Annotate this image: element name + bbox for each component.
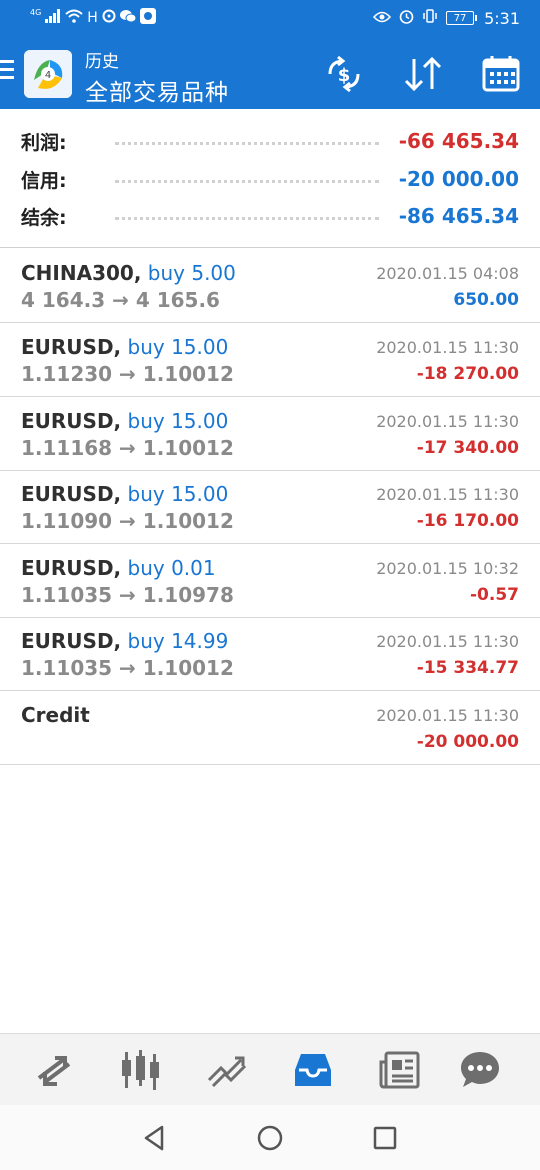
- trade-symbol: EURUSD,: [21, 556, 122, 580]
- alarm-icon: [399, 9, 414, 28]
- svg-text:4: 4: [45, 70, 51, 81]
- summary-row-balance: 结余: -86 465.34: [21, 201, 519, 231]
- trade-symbol: CHINA300,: [21, 261, 142, 285]
- trade-row[interactable]: EURUSD, buy 0.01 1.11035 → 1.10978 2020.…: [0, 544, 540, 618]
- system-navigation-bar: [0, 1105, 540, 1170]
- home-icon[interactable]: [256, 1124, 284, 1152]
- bottom-navigation: [0, 1033, 540, 1105]
- battery-level: 77: [453, 12, 467, 24]
- trade-prices: 1.11090 → 1.10012: [21, 509, 234, 533]
- trade-side-volume: buy 0.01: [127, 556, 216, 580]
- screen-title: 历史: [85, 52, 119, 72]
- metatrader-logo-icon[interactable]: 4: [24, 50, 72, 98]
- summary-label: 信用:: [21, 169, 67, 192]
- vibrate-icon: [422, 9, 438, 27]
- wechat-icon: [119, 9, 137, 27]
- trade-prices: 4 164.3 → 4 165.6: [21, 288, 220, 312]
- summary-label: 利润:: [21, 131, 67, 154]
- dotted-leader: [115, 179, 379, 183]
- trade-symbol: EURUSD,: [21, 482, 122, 506]
- credit-row[interactable]: Credit 2020.01.15 11:30 -20 000.00: [0, 691, 540, 765]
- trade-symbol: EURUSD,: [21, 335, 122, 359]
- trade-icon[interactable]: [205, 1048, 249, 1092]
- trade-profit: -15 334.77: [416, 658, 519, 678]
- dotted-leader: [115, 141, 379, 145]
- trade-row[interactable]: CHINA300, buy 5.00 4 164.3 → 4 165.6 202…: [0, 249, 540, 323]
- news-icon[interactable]: [377, 1048, 421, 1092]
- network-type: 4G: [30, 7, 42, 17]
- summary-row-profit: 利润: -66 465.34: [21, 126, 519, 156]
- summary-value: -20 000.00: [398, 167, 519, 191]
- account-summary: 利润: -66 465.34 信用: -20 000.00 结余: -86 46…: [0, 109, 540, 248]
- history-icon[interactable]: [291, 1048, 335, 1092]
- symbol-filter[interactable]: 全部交易品种: [85, 73, 229, 107]
- trade-side-volume: buy 5.00: [147, 261, 236, 285]
- recents-icon[interactable]: [371, 1124, 399, 1152]
- app-header: 4G H 77 5:31 4 历史 全部交易品种 $: [0, 0, 540, 109]
- trade-row[interactable]: EURUSD, buy 14.99 1.11035 → 1.10012 2020…: [0, 617, 540, 691]
- trade-row[interactable]: EURUSD, buy 15.00 1.11168 → 1.10012 2020…: [0, 397, 540, 471]
- summary-value: -66 465.34: [398, 129, 519, 153]
- status-bar: 4G H 77 5:31: [0, 0, 540, 38]
- app-bar: 4 历史 全部交易品种 $: [0, 40, 540, 109]
- wifi-icon: [65, 9, 83, 27]
- summary-value: -86 465.34: [398, 204, 519, 228]
- trade-side-volume: buy 15.00: [127, 335, 229, 359]
- chart-icon[interactable]: [119, 1048, 163, 1092]
- trade-symbol: Credit: [21, 703, 90, 727]
- trade-profit: -18 270.00: [416, 364, 519, 384]
- trade-side-volume: buy 14.99: [127, 629, 229, 653]
- trade-prices: 1.11035 → 1.10978: [21, 583, 234, 607]
- back-icon[interactable]: [140, 1124, 168, 1152]
- trade-profit: -0.57: [470, 585, 519, 605]
- trade-time: 2020.01.15 10:32: [376, 559, 519, 578]
- trade-prices: 1.11035 → 1.10012: [21, 656, 234, 680]
- trade-time: 2020.01.15 11:30: [376, 632, 519, 651]
- trade-time: 2020.01.15 11:30: [376, 412, 519, 431]
- signal-icon: [45, 9, 61, 27]
- trade-time: 2020.01.15 11:30: [376, 706, 519, 725]
- quotes-icon[interactable]: [33, 1048, 77, 1092]
- trade-side-volume: buy 15.00: [127, 482, 229, 506]
- dotted-leader: [115, 216, 379, 220]
- summary-row-credit: 信用: -20 000.00: [21, 164, 519, 194]
- sort-icon[interactable]: [401, 54, 445, 94]
- svg-text:$: $: [338, 65, 351, 86]
- trade-profit: -16 170.00: [416, 511, 519, 531]
- currency-exchange-icon[interactable]: $: [322, 54, 366, 94]
- menu-icon[interactable]: [0, 60, 14, 80]
- trade-prices: 1.11230 → 1.10012: [21, 362, 234, 386]
- chat-icon[interactable]: [458, 1048, 502, 1092]
- trade-symbol: EURUSD,: [21, 629, 122, 653]
- app-notification-icon: [139, 8, 156, 28]
- hd-icon: H: [87, 10, 98, 26]
- summary-label: 结余:: [21, 206, 67, 229]
- trade-profit: -20 000.00: [416, 732, 519, 752]
- calendar-icon[interactable]: [480, 54, 524, 94]
- trade-symbol: EURUSD,: [21, 409, 122, 433]
- trade-prices: 1.11168 → 1.10012: [21, 436, 234, 460]
- trade-time: 2020.01.15 11:30: [376, 338, 519, 357]
- eye-icon: [372, 9, 392, 27]
- trade-time: 2020.01.15 11:30: [376, 485, 519, 504]
- trade-profit: -17 340.00: [416, 438, 519, 458]
- battery-icon: 77: [446, 11, 478, 25]
- trade-profit: 650.00: [453, 290, 519, 310]
- trade-row[interactable]: EURUSD, buy 15.00 1.11230 → 1.10012 2020…: [0, 323, 540, 397]
- sync-icon: [102, 9, 116, 27]
- trade-row[interactable]: EURUSD, buy 15.00 1.11090 → 1.10012 2020…: [0, 470, 540, 544]
- trade-time: 2020.01.15 04:08: [376, 264, 519, 283]
- clock: 5:31: [484, 8, 520, 28]
- trade-side-volume: buy 15.00: [127, 409, 229, 433]
